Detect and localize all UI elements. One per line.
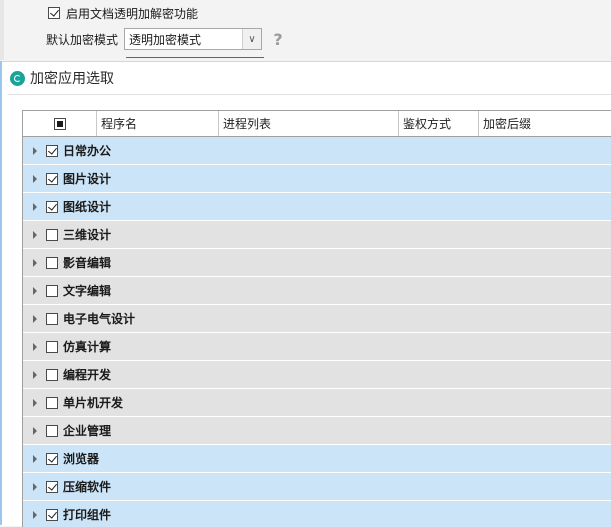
panel-left-edge [0, 61, 2, 525]
row-checkbox[interactable] [46, 228, 58, 241]
table-row[interactable]: 企业管理 [23, 417, 611, 445]
row-checkbox[interactable] [46, 480, 58, 493]
chevron-down-icon[interactable]: ∨ [242, 29, 262, 49]
table-row[interactable]: 浏览器 [23, 445, 611, 473]
row-group-name: 三维设计 [63, 228, 112, 242]
row-group-name: 浏览器 [63, 452, 100, 466]
expand-arrow-icon[interactable] [33, 258, 37, 267]
row-checkbox[interactable] [46, 284, 58, 297]
row-group-name: 压缩软件 [63, 480, 112, 494]
panel-title: 加密应用选取 [30, 71, 114, 87]
table-row[interactable]: 图片设计 [23, 165, 611, 193]
select-all-checkbox[interactable] [53, 117, 66, 130]
row-group-name: 编程开发 [63, 368, 112, 382]
column-header-suffix[interactable]: 加密后缀 [479, 111, 611, 136]
row-group-name: 单片机开发 [63, 396, 124, 410]
row-group-name: 图片设计 [63, 172, 112, 186]
row-group-name: 电子电气设计 [63, 312, 136, 326]
row-group-name: 仿真计算 [63, 340, 112, 354]
expand-arrow-icon[interactable] [33, 342, 37, 351]
expand-arrow-icon[interactable] [33, 482, 37, 491]
row-group-name: 图纸设计 [63, 200, 112, 214]
table-row[interactable]: 打印组件 [23, 501, 611, 527]
row-checkbox[interactable] [46, 508, 58, 521]
enable-encryption-row[interactable]: 启用文档透明加解密功能 [48, 5, 198, 21]
expand-arrow-icon[interactable] [33, 510, 37, 519]
focus-underline [126, 57, 264, 58]
expand-arrow-icon[interactable] [33, 174, 37, 183]
row-group-name: 打印组件 [63, 508, 112, 522]
expand-arrow-icon[interactable] [33, 426, 37, 435]
table-row[interactable]: 图纸设计 [23, 193, 611, 221]
row-group-name: 文字编辑 [63, 284, 112, 298]
expand-arrow-icon[interactable] [33, 230, 37, 239]
expand-arrow-icon[interactable] [33, 314, 37, 323]
table-row[interactable]: 日常办公 [23, 137, 611, 165]
app-logo-icon [10, 70, 25, 86]
default-mode-row: 默认加密模式 透明加密模式 ∨ ? [46, 27, 285, 51]
row-checkbox[interactable] [46, 452, 58, 465]
expand-arrow-icon[interactable] [33, 202, 37, 211]
expand-arrow-icon[interactable] [33, 286, 37, 295]
panel-divider [8, 94, 611, 95]
table-row[interactable]: 编程开发 [23, 361, 611, 389]
column-header-auth[interactable]: 鉴权方式 [399, 111, 479, 136]
row-checkbox[interactable] [46, 200, 58, 213]
table-row[interactable]: 三维设计 [23, 221, 611, 249]
table-row[interactable]: 仿真计算 [23, 333, 611, 361]
row-checkbox[interactable] [46, 144, 58, 157]
table-row[interactable]: 单片机开发 [23, 389, 611, 417]
expand-arrow-icon[interactable] [33, 398, 37, 407]
column-header-process[interactable]: 进程列表 [219, 111, 399, 136]
row-checkbox[interactable] [46, 340, 58, 353]
help-icon[interactable]: ? [271, 30, 285, 49]
row-checkbox[interactable] [46, 312, 58, 325]
panel-header: 加密应用选取 [10, 68, 114, 88]
row-checkbox[interactable] [46, 256, 58, 269]
settings-area: 启用文档透明加解密功能 默认加密模式 透明加密模式 ∨ ? [0, 0, 611, 60]
enable-encryption-label: 启用文档透明加解密功能 [66, 6, 199, 21]
expand-arrow-icon[interactable] [33, 370, 37, 379]
grid-body: 日常办公图片设计图纸设计三维设计影音编辑文字编辑电子电气设计 仿真计算编程开发单片… [23, 137, 611, 527]
column-header-program[interactable]: 程序名 [97, 111, 219, 136]
row-group-name: 企业管理 [63, 424, 112, 438]
enable-encryption-checkbox[interactable] [48, 7, 60, 19]
table-row[interactable]: 影音编辑 [23, 249, 611, 277]
default-mode-select[interactable]: 透明加密模式 ∨ [124, 28, 263, 50]
row-checkbox[interactable] [46, 396, 58, 409]
row-checkbox[interactable] [46, 368, 58, 381]
grid-header: 程序名 进程列表 鉴权方式 加密后缀 [23, 111, 611, 137]
row-checkbox[interactable] [46, 172, 58, 185]
default-mode-value: 透明加密模式 [129, 32, 202, 47]
encrypt-app-panel: 加密应用选取 程序名 进程列表 鉴权方式 加密后缀 日常办公图片设计图纸设计三维… [0, 61, 611, 527]
expand-arrow-icon[interactable] [33, 454, 37, 463]
left-strip [0, 0, 4, 60]
table-row[interactable]: 电子电气设计 [23, 305, 611, 333]
table-row[interactable]: 压缩软件 [23, 473, 611, 501]
select-all-header[interactable] [23, 111, 97, 136]
row-checkbox[interactable] [46, 424, 58, 437]
row-group-name: 影音编辑 [63, 256, 112, 270]
app-grid: 程序名 进程列表 鉴权方式 加密后缀 日常办公图片设计图纸设计三维设计影音编辑文… [22, 110, 611, 527]
expand-arrow-icon[interactable] [33, 146, 37, 155]
table-row[interactable]: 文字编辑 [23, 277, 611, 305]
default-mode-label: 默认加密模式 [46, 32, 119, 47]
row-group-name: 日常办公 [63, 144, 112, 158]
